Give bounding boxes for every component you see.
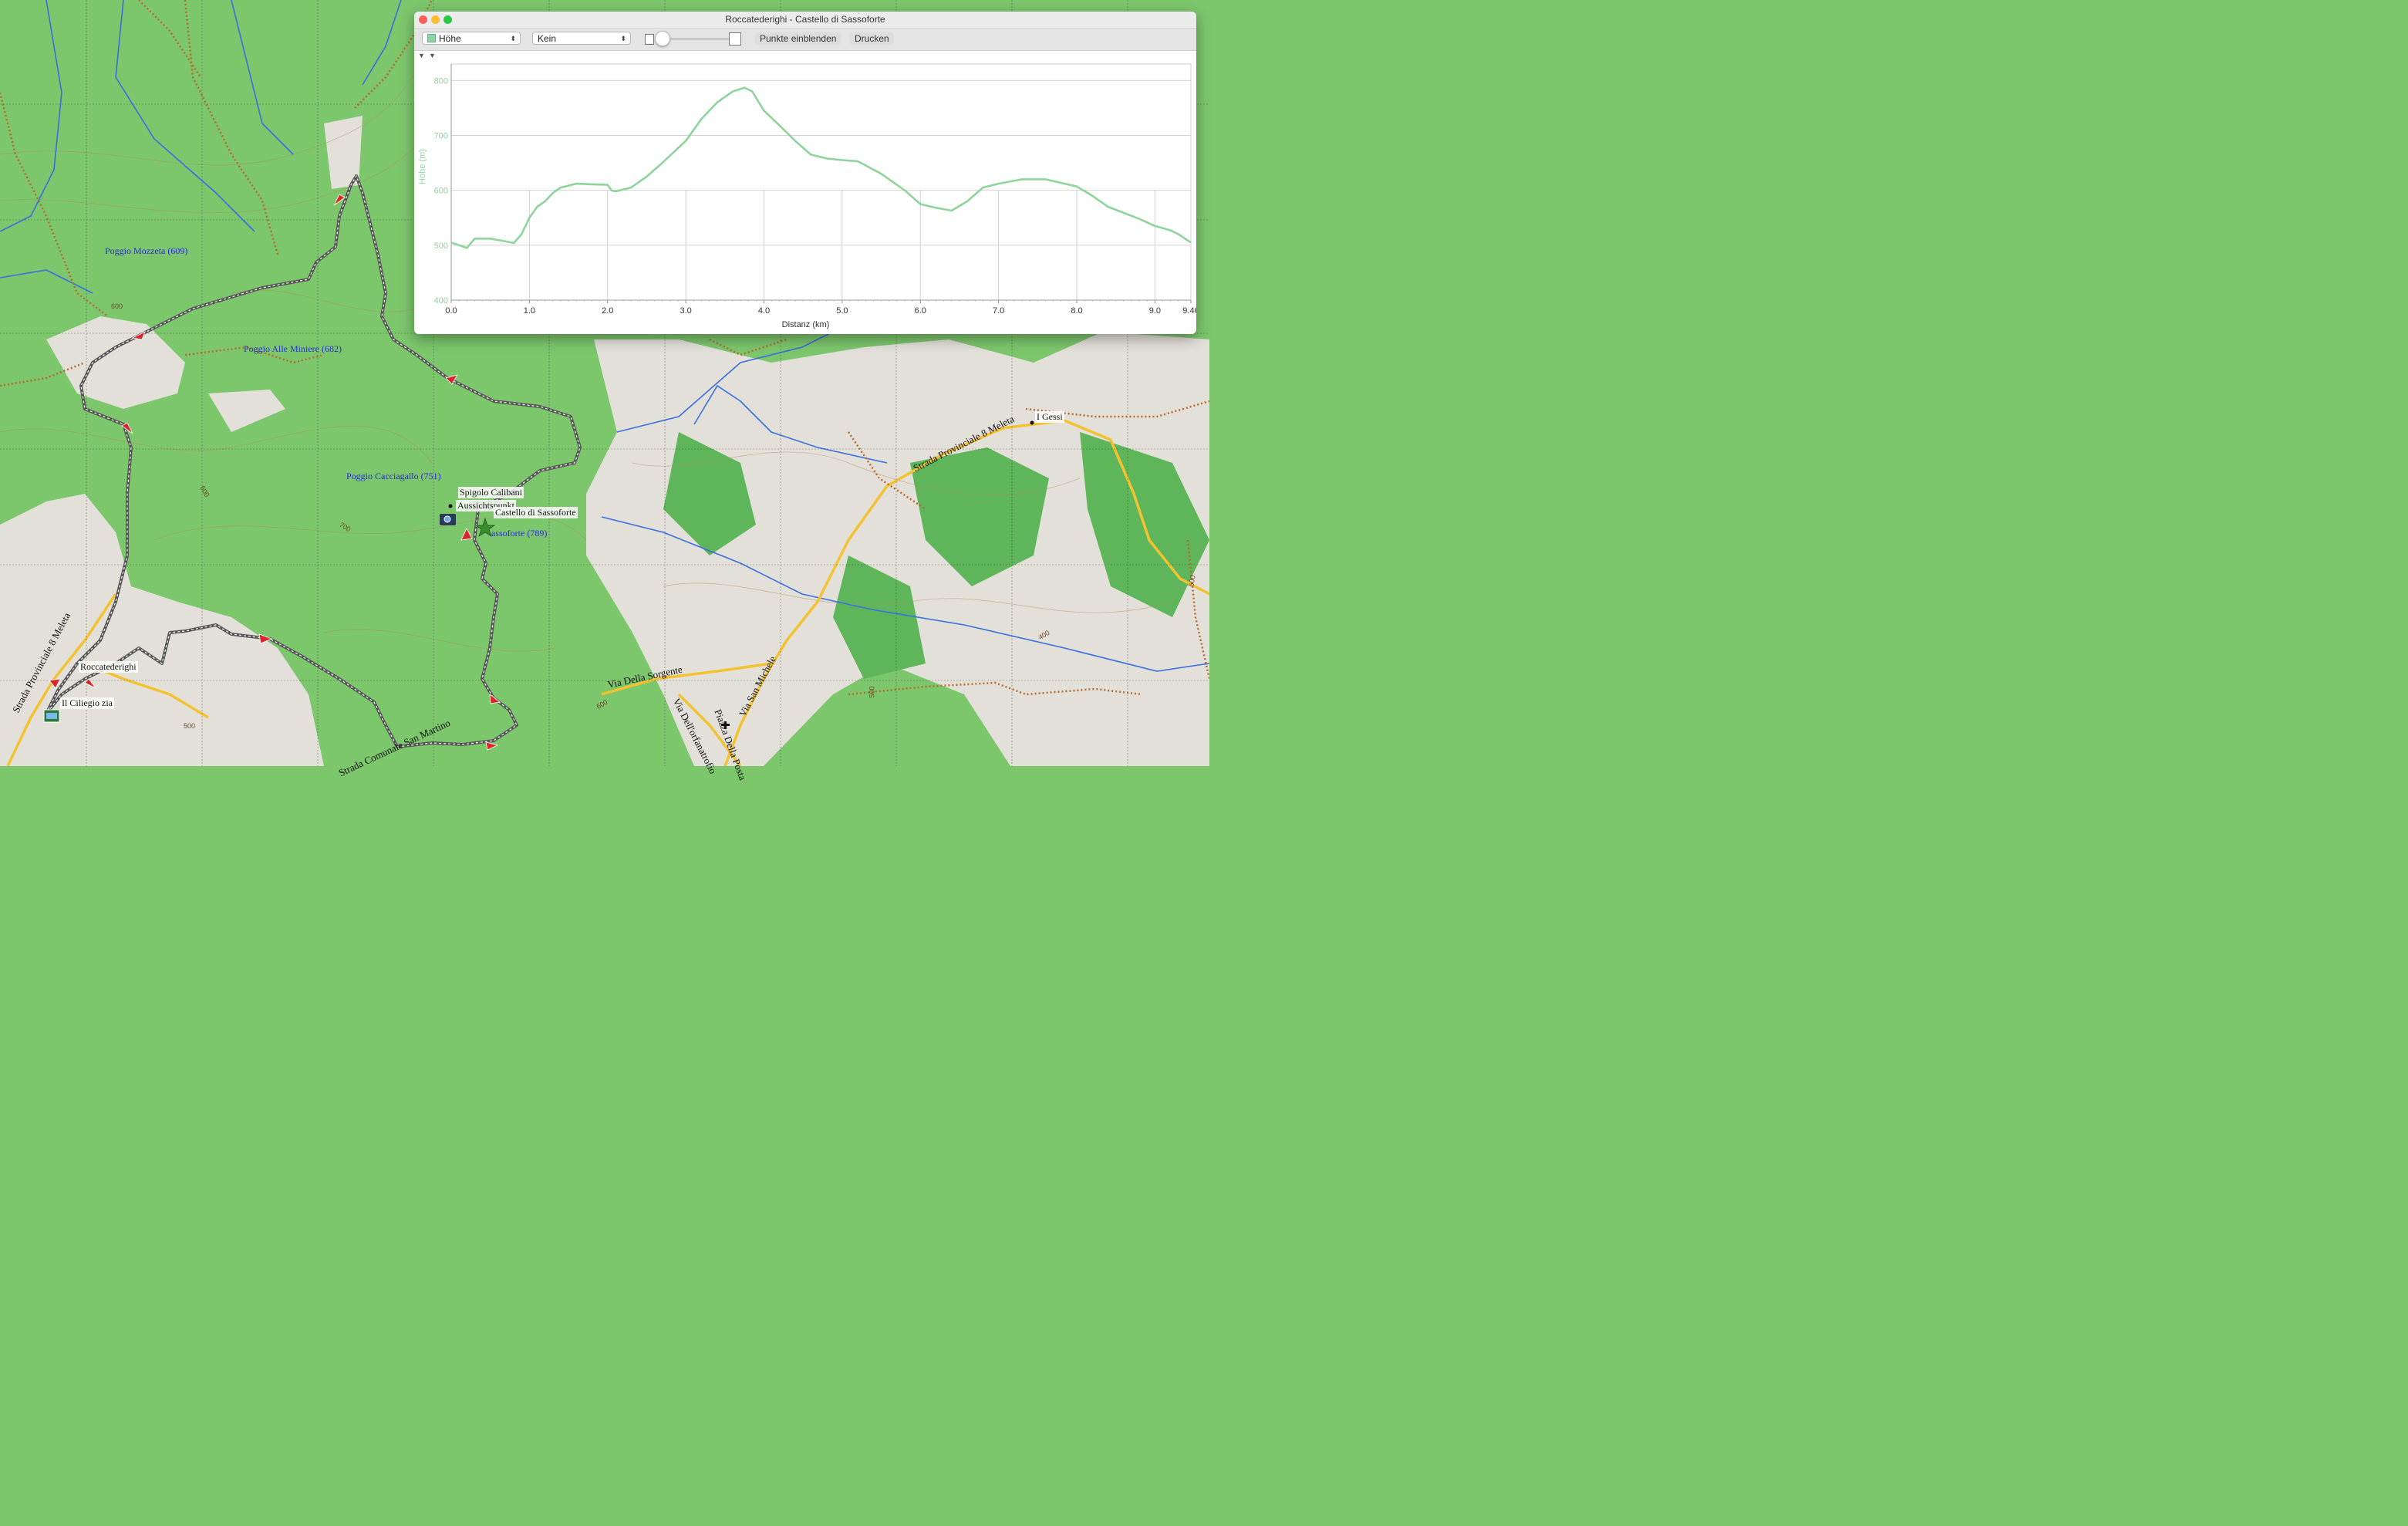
poi-label: Spigolo Calibani <box>458 487 524 498</box>
x-tick-label: 9.0 <box>1149 306 1161 316</box>
zoom-slider-track[interactable] <box>661 38 729 40</box>
peak-label: Poggio Mozzeta (609) <box>105 245 188 256</box>
camera-icon[interactable] <box>440 514 456 525</box>
poi-dot-icon <box>1030 420 1034 425</box>
x-tick-label: 4.0 <box>758 306 770 316</box>
x-tick-label: 2.0 <box>602 306 613 316</box>
zoom-in-mountain-icon[interactable] <box>729 32 741 46</box>
toolbar: Höhe ⬍ Kein ⬍ Punkte einblenden Drucken <box>414 29 1196 51</box>
y-tick-label: 600 <box>434 187 448 196</box>
y-tick-label: 400 <box>434 296 448 306</box>
peak-label: Poggio Cacciagallo (751) <box>346 471 441 481</box>
poi-label: I Gessi <box>1035 411 1064 423</box>
x-tick-label: 9.46 <box>1182 306 1196 316</box>
overlay-select[interactable]: Kein ⬍ <box>532 32 631 45</box>
y-tick-label: 700 <box>434 132 448 141</box>
poi-label: Roccatederighi <box>79 661 138 673</box>
x-tick-label: 8.0 <box>1071 306 1082 316</box>
marker-icon[interactable]: ▼ <box>418 52 425 59</box>
x-axis-label: Distanz (km) <box>782 320 830 329</box>
x-tick-label: 7.0 <box>993 306 1004 316</box>
elevation-chart[interactable]: 400 500 600 700 800 0.0 1.0 2.0 3.0 4.0 5.0 6.0 7.0 8… <box>414 59 1196 334</box>
start-flag-icon[interactable] <box>43 709 60 723</box>
viewpoint-dot-icon <box>448 504 453 508</box>
y-tick-label: 800 <box>434 76 448 86</box>
x-tick-label: 0.0 <box>445 306 457 316</box>
contour-label: 500 <box>868 686 876 698</box>
window-title: Roccatederighi - Castello di Sassoforte <box>725 14 885 25</box>
profile-type-select[interactable]: Höhe ⬍ <box>422 32 521 45</box>
profile-type-value: Höhe <box>439 33 461 44</box>
x-tick-label: 5.0 <box>836 306 848 316</box>
plot-area <box>450 63 1192 301</box>
y-axis-label: Höhe (m) <box>418 149 427 184</box>
overlay-value: Kein <box>538 33 557 44</box>
color-swatch-icon <box>427 34 436 42</box>
poi-label: Il Ciliegio <box>60 697 101 709</box>
contour-label: 600 <box>111 302 123 310</box>
window-titlebar[interactable]: Roccatederighi - Castello di Sassoforte <box>414 12 1196 29</box>
chevron-updown-icon: ⬍ <box>510 35 516 42</box>
x-tick-label: 3.0 <box>680 306 691 316</box>
elevation-profile-window[interactable]: Roccatederighi - Castello di Sassoforte … <box>414 12 1196 334</box>
marker-icon[interactable]: ▼ <box>429 52 436 59</box>
zoom-slider-thumb[interactable] <box>655 31 670 46</box>
y-tick-label: 500 <box>434 241 448 251</box>
contour-label: 500 <box>184 722 196 730</box>
chevron-updown-icon: ⬍ <box>620 35 626 42</box>
x-tick-label: 6.0 <box>915 306 926 316</box>
zoom-out-mountain-icon[interactable] <box>645 34 654 45</box>
poi-label: zia <box>100 697 114 709</box>
peak-label: Poggio Alle Miniere (682) <box>244 343 342 354</box>
x-tick-label: 1.0 <box>524 306 535 316</box>
poi-label: Castello di Sassoforte <box>494 507 578 518</box>
show-points-button[interactable]: Punkte einblenden <box>755 32 841 45</box>
peak-label: assoforte (789) <box>491 528 548 538</box>
print-button[interactable]: Drucken <box>850 32 894 45</box>
